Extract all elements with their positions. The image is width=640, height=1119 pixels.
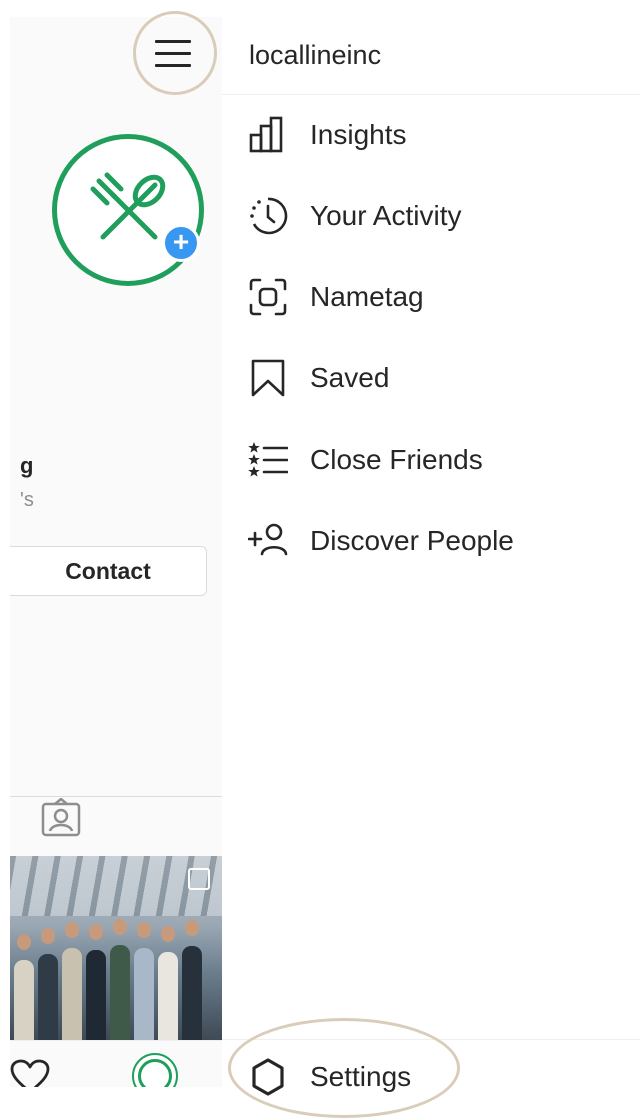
thumbnail-head <box>17 934 31 950</box>
thumbnail-head <box>161 926 175 942</box>
tabs-divider <box>10 796 222 797</box>
utensils-logo-icon <box>90 172 166 240</box>
menu-item-label: Insights <box>310 119 407 150</box>
thumbnail-person <box>158 952 178 1040</box>
menu-item-close-friends[interactable]: Close Friends <box>222 426 640 494</box>
heart-icon[interactable] <box>10 1059 50 1087</box>
activity-icon <box>248 196 288 236</box>
thumbnail-person <box>86 950 106 1040</box>
thumbnail-head <box>185 920 199 936</box>
discover-people-icon <box>248 521 288 561</box>
menu-item-saved[interactable]: Saved <box>222 344 640 412</box>
profile-subtitle-fragment: 's <box>20 489 34 511</box>
thumbnail-person <box>110 945 130 1040</box>
profile-tab-avatar[interactable] <box>132 1053 178 1087</box>
thumbnail-person <box>62 948 82 1040</box>
thumbnail-head <box>113 919 127 935</box>
menu-item-label: Discover People <box>310 525 514 556</box>
hamburger-menu-icon[interactable] <box>155 40 191 72</box>
tagged-photos-icon[interactable] <box>40 797 82 843</box>
drawer-header-divider <box>222 94 640 95</box>
thumbnail-head <box>89 924 103 940</box>
menu-item-label: Nametag <box>310 281 424 312</box>
thumbnail-person <box>14 960 34 1040</box>
thumbnail-head <box>65 922 79 938</box>
contact-button[interactable]: Contact <box>10 546 207 596</box>
multiple-photos-icon <box>188 868 210 890</box>
post-thumbnail[interactable] <box>10 856 222 1040</box>
nametag-icon <box>248 277 288 317</box>
menu-item-nametag[interactable]: Nametag <box>222 263 640 331</box>
menu-item-label: Saved <box>310 362 390 393</box>
thumbnail-person <box>134 948 154 1040</box>
menu-item-discover-people[interactable]: Discover People <box>222 507 640 575</box>
profile-tab-avatar-ring <box>138 1059 172 1087</box>
thumbnail-head <box>137 922 151 938</box>
profile-name-fragment: g <box>20 453 34 478</box>
menu-item-label: Your Activity <box>310 200 462 231</box>
menu-item-your-activity[interactable]: Your Activity <box>222 182 640 250</box>
insights-icon <box>248 115 288 155</box>
profile-avatar[interactable] <box>52 134 204 286</box>
add-story-badge[interactable]: + <box>162 224 200 262</box>
menu-item-insights[interactable]: Insights <box>222 101 640 169</box>
bottom-tab-bar <box>10 1040 222 1087</box>
settings-highlight-circle <box>228 1018 460 1118</box>
thumbnail-person <box>38 954 58 1040</box>
thumbnail-head <box>41 928 55 944</box>
saved-icon <box>248 358 288 398</box>
close-friends-icon <box>248 440 288 480</box>
thumbnail-person <box>182 946 202 1040</box>
drawer-menu: locallineinc Insights Your Activity Name… <box>222 0 640 1119</box>
profile-panel: g 's Contact <box>10 17 222 1087</box>
menu-item-label: Close Friends <box>310 444 483 475</box>
drawer-username: locallineinc <box>249 40 382 70</box>
